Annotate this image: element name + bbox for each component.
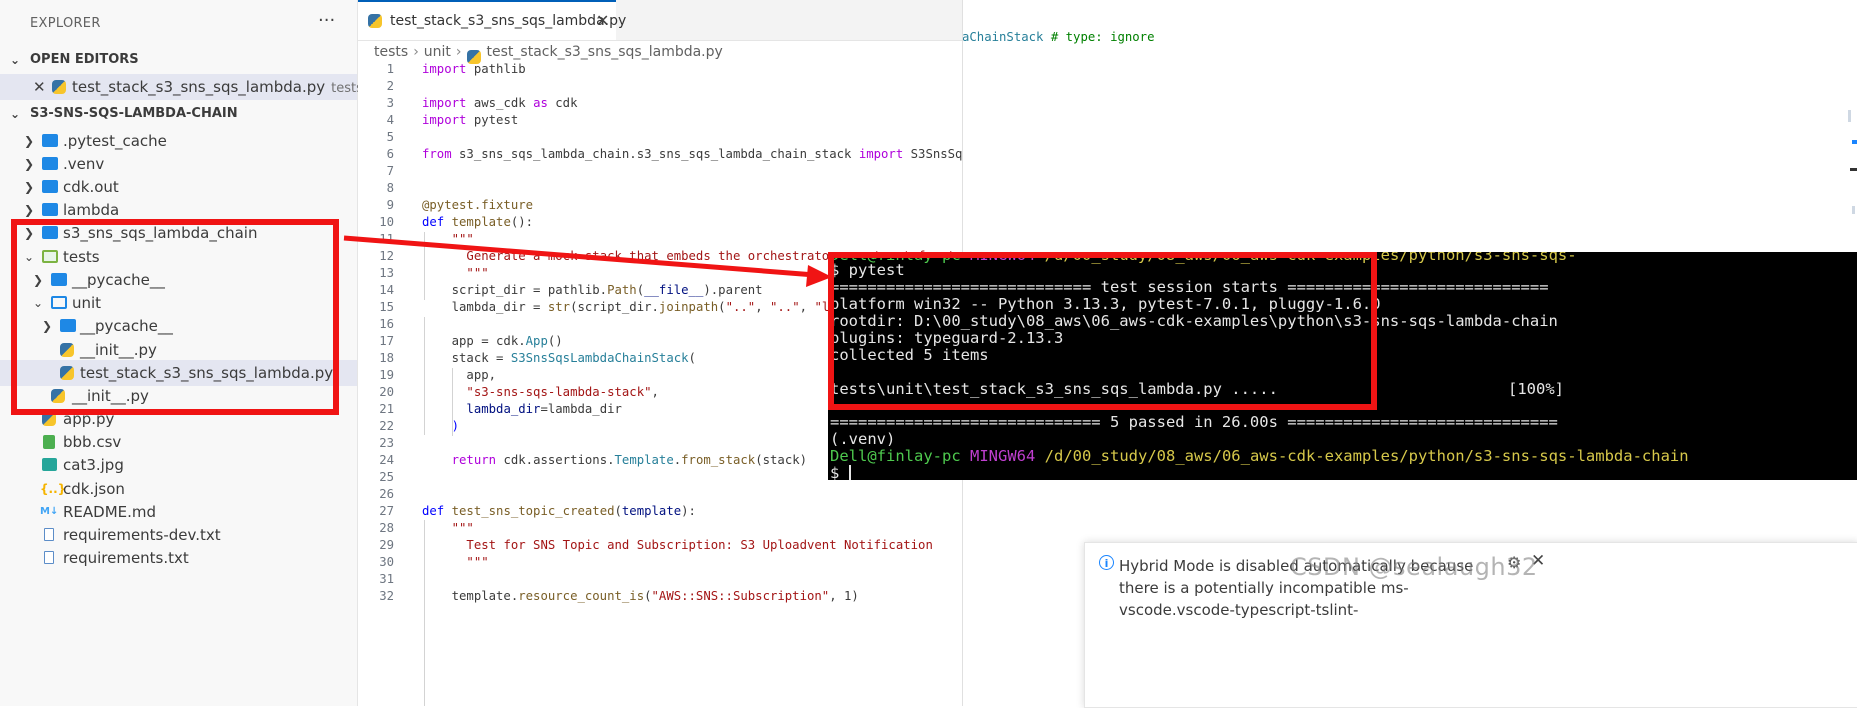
info-icon: i (1099, 555, 1114, 570)
watermark: CSDN @sealaugh32 (1290, 553, 1538, 581)
